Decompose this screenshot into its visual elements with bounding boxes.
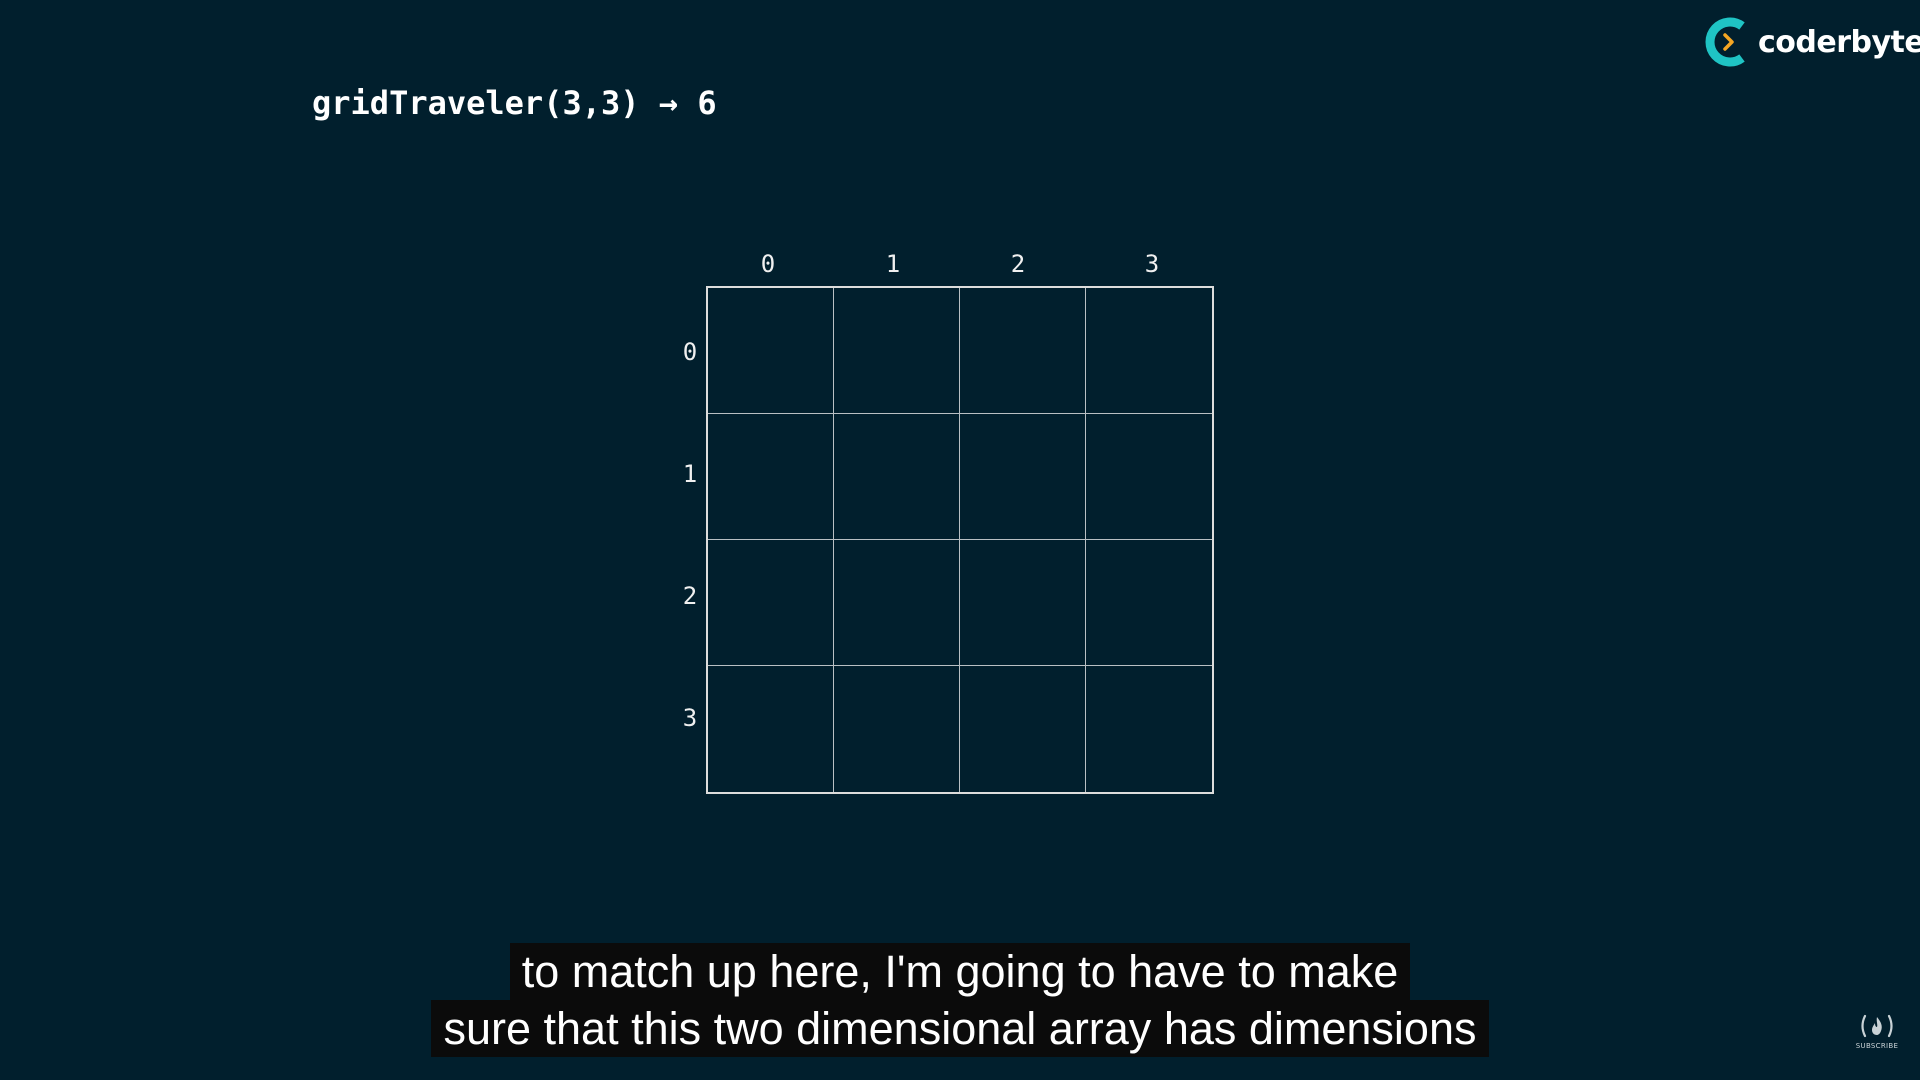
grid-cell — [960, 288, 1086, 414]
grid-cell — [708, 666, 834, 792]
grid-cell — [960, 540, 1086, 666]
grid-table — [706, 286, 1214, 794]
video-frame: gridTraveler(3,3) → 6 coderbyte 0 1 2 3 … — [0, 0, 1920, 1080]
grid-cell — [834, 414, 960, 540]
coderbyte-logo: coderbyte — [1702, 12, 1920, 72]
row-label: 0 — [682, 338, 698, 366]
column-label: 1 — [885, 250, 901, 278]
subtitle-captions: to match up here, I'm going to have to m… — [0, 943, 1920, 1057]
grid-cell — [1086, 666, 1212, 792]
grid-cell — [834, 540, 960, 666]
grid-cell — [708, 540, 834, 666]
slide-title: gridTraveler(3,3) → 6 — [312, 84, 717, 122]
subscribe-watermark[interactable]: SUBSCRIBE — [1852, 1012, 1902, 1056]
coderbyte-logo-icon — [1705, 17, 1745, 67]
subscribe-label: SUBSCRIBE — [1855, 1042, 1899, 1050]
caption-line: to match up here, I'm going to have to m… — [509, 943, 1411, 1000]
row-label: 2 — [682, 582, 698, 610]
grid-cell — [708, 288, 834, 414]
grid-cell — [960, 414, 1086, 540]
grid-cell — [1086, 288, 1212, 414]
column-label: 3 — [1144, 250, 1160, 278]
freecodecamp-flame-icon — [1861, 1014, 1893, 1038]
grid-cell — [1086, 540, 1212, 666]
grid-cell — [708, 414, 834, 540]
column-label: 2 — [1010, 250, 1026, 278]
column-label: 0 — [760, 250, 776, 278]
grid-cell — [1086, 414, 1212, 540]
grid-cell — [834, 666, 960, 792]
grid-cell — [960, 666, 1086, 792]
row-label: 1 — [682, 460, 698, 488]
logo-text: coderbyte — [1758, 24, 1920, 60]
row-label: 3 — [682, 704, 698, 732]
caption-line: sure that this two dimensional array has… — [431, 1000, 1489, 1057]
grid-cell — [834, 288, 960, 414]
